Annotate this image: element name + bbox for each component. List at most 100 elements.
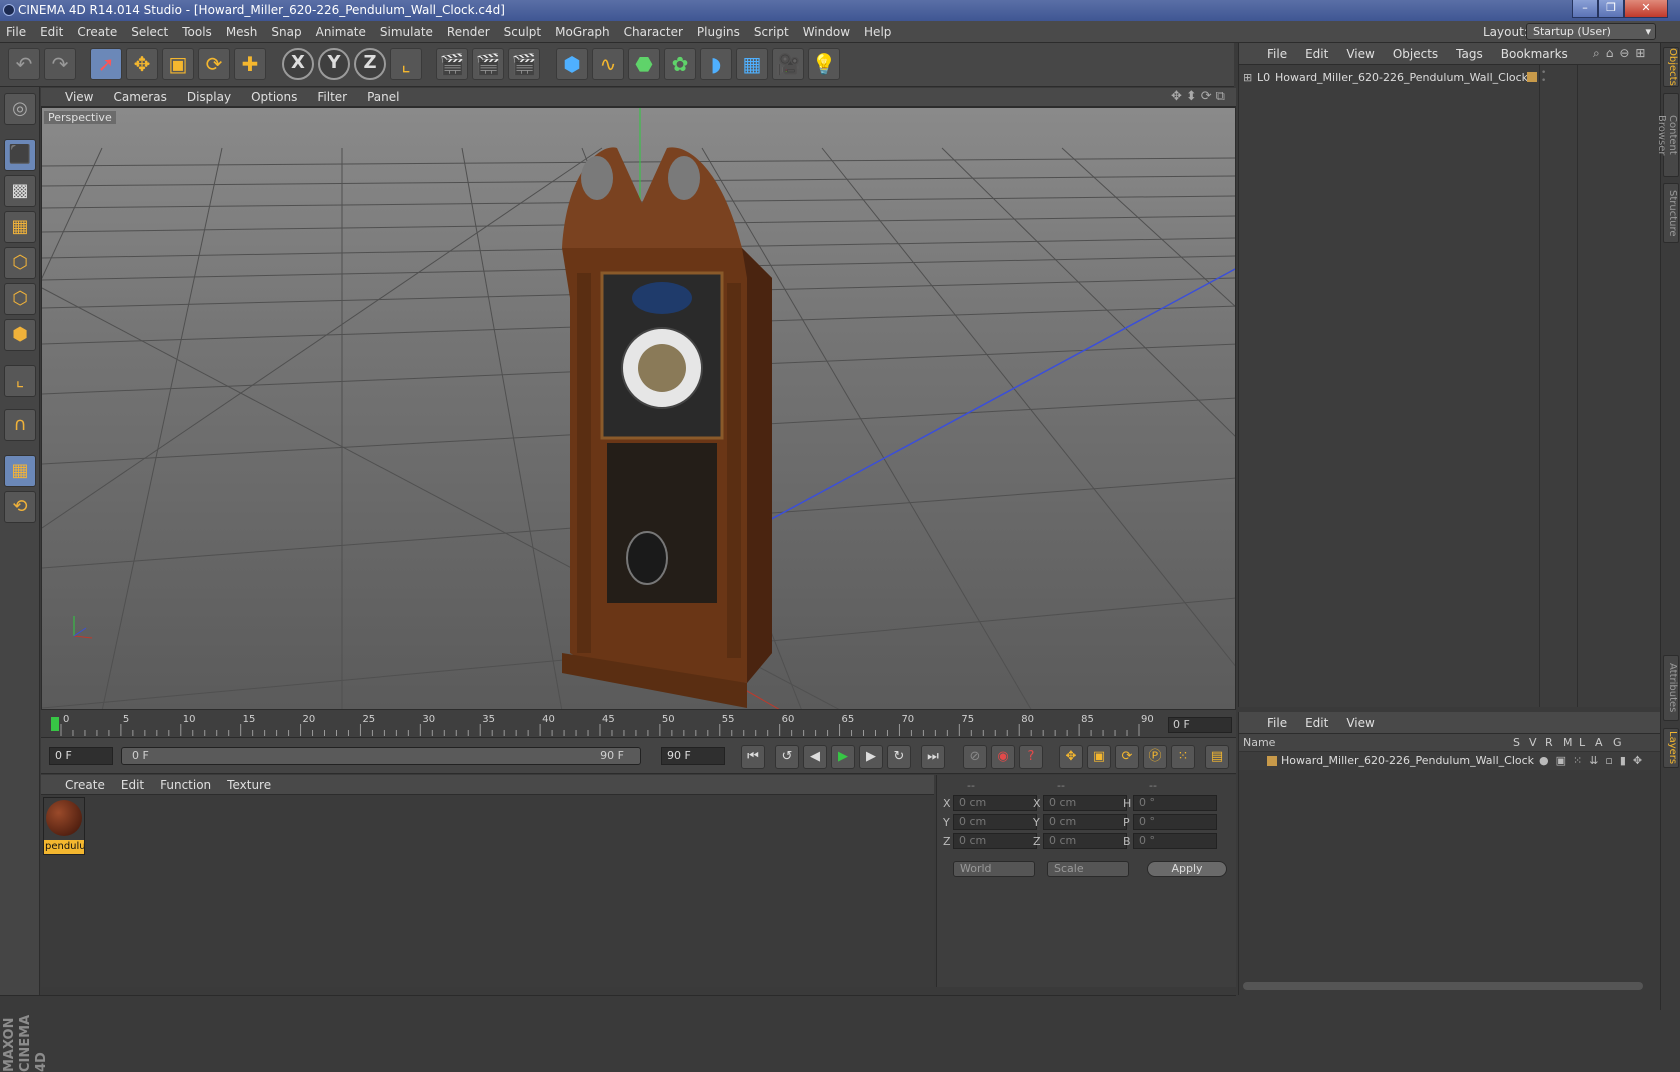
material-menu-create[interactable]: Create xyxy=(65,778,105,792)
record-position-button[interactable]: ⊘ xyxy=(963,745,987,769)
start-frame-field[interactable]: 0 F xyxy=(49,747,113,765)
maximize-button[interactable]: ❐ xyxy=(1598,0,1624,18)
menu-simulate[interactable]: Simulate xyxy=(380,25,433,39)
layer-row[interactable]: Howard_Miller_620-226_Pendulum_Wall_Cloc… xyxy=(1238,752,1660,770)
go-to-start-button[interactable]: ⏮ xyxy=(741,745,765,769)
layer-toggle-icons[interactable]: ●▣⁙⇊▫▮✥ xyxy=(1539,754,1649,767)
key-position-button[interactable]: ✥ xyxy=(1059,745,1083,769)
menu-file[interactable]: File xyxy=(6,25,26,39)
viewport-menu-view[interactable]: View xyxy=(65,90,93,104)
rotate-button[interactable]: ⟳ xyxy=(198,48,230,80)
undo-button[interactable]: ↶ xyxy=(8,48,40,80)
timeline-ruler[interactable]: 0 5 10 15 20 25 30 35 40 45 50 55 60 65 70 75 80 85 90 0 F xyxy=(41,710,1236,738)
menu-animate[interactable]: Animate xyxy=(316,25,366,39)
material-menu-texture[interactable]: Texture xyxy=(227,778,271,792)
menu-window[interactable]: Window xyxy=(803,25,850,39)
layer-column-g[interactable]: G xyxy=(1613,736,1622,749)
viewport-menu-panel[interactable]: Panel xyxy=(367,90,399,104)
object-menu-edit[interactable]: Edit xyxy=(1305,47,1328,61)
redo-button[interactable]: ↷ xyxy=(44,48,76,80)
material-thumbnail[interactable]: pendulu xyxy=(43,797,85,855)
nurbs-button[interactable]: ⬣ xyxy=(628,48,660,80)
side-tab-content-browser[interactable]: Content Browser xyxy=(1656,93,1679,177)
key-rotation-button[interactable]: ⟳ xyxy=(1115,745,1139,769)
coord-value-field[interactable]: 0 cm xyxy=(953,814,1037,830)
points-mode-button[interactable]: ⬡ xyxy=(4,247,36,279)
render-picture-viewer-button[interactable]: 🎬 xyxy=(472,48,504,80)
y-axis-button[interactable]: Y xyxy=(318,48,350,80)
viewport-menu-cameras[interactable]: Cameras xyxy=(113,90,166,104)
spline-button[interactable]: ∿ xyxy=(592,48,624,80)
end-frame-field[interactable]: 90 F xyxy=(661,747,725,765)
make-editable-button[interactable]: ◎ xyxy=(4,93,36,125)
layer-column-a[interactable]: A xyxy=(1595,736,1603,749)
object-menu-objects[interactable]: Objects xyxy=(1393,47,1438,61)
menu-render[interactable]: Render xyxy=(447,25,490,39)
x-axis-button[interactable]: X xyxy=(282,48,314,80)
object-menu-file[interactable]: File xyxy=(1267,47,1287,61)
layer-menu-view[interactable]: View xyxy=(1346,716,1374,730)
menu-sculpt[interactable]: Sculpt xyxy=(504,25,541,39)
side-tab-structure[interactable]: Structure xyxy=(1663,183,1679,243)
floor-button[interactable]: ▦ xyxy=(736,48,768,80)
layer-column-s[interactable]: S xyxy=(1513,736,1520,749)
menu-script[interactable]: Script xyxy=(754,25,789,39)
keyframe-selection-button[interactable]: ? xyxy=(1019,745,1043,769)
coord-value-field[interactable]: 0 cm xyxy=(1043,833,1127,849)
material-menu-function[interactable]: Function xyxy=(160,778,211,792)
light-button[interactable]: 💡 xyxy=(808,48,840,80)
live-selection-button[interactable]: ➚ xyxy=(90,48,122,80)
object-menu-tags[interactable]: Tags xyxy=(1456,47,1483,61)
side-tab-layers[interactable]: Layers xyxy=(1663,728,1679,768)
autokey-button[interactable]: ◉ xyxy=(991,745,1015,769)
move-button[interactable]: ✥ xyxy=(126,48,158,80)
horizontal-scrollbar[interactable] xyxy=(1243,982,1643,990)
object-manager-icons[interactable]: ⌕⌂⊖⊞ xyxy=(1593,46,1651,61)
menu-plugins[interactable]: Plugins xyxy=(697,25,740,39)
coord-value-field[interactable]: 0 ° xyxy=(1133,795,1217,811)
side-tab-attributes[interactable]: Attributes xyxy=(1663,655,1679,721)
menu-character[interactable]: Character xyxy=(624,25,683,39)
key-scale-button[interactable]: ▣ xyxy=(1087,745,1111,769)
close-button[interactable]: ✕ xyxy=(1624,0,1668,18)
array-button[interactable]: ✿ xyxy=(664,48,696,80)
minimize-button[interactable]: – xyxy=(1572,0,1598,18)
menu-create[interactable]: Create xyxy=(77,25,117,39)
next-frame-button[interactable]: ▶ xyxy=(859,745,883,769)
workplane-mode-button[interactable]: ▦ xyxy=(4,211,36,243)
layer-column-r[interactable]: R xyxy=(1545,736,1553,749)
expand-icon[interactable]: ⊞ xyxy=(1243,71,1252,84)
viewport-menu-filter[interactable]: Filter xyxy=(317,90,347,104)
coord-value-field[interactable]: 0 ° xyxy=(1133,814,1217,830)
key-pla-button[interactable]: ⁙ xyxy=(1171,745,1195,769)
coord-value-field[interactable]: 0 cm xyxy=(1043,795,1127,811)
viewport-menu-options[interactable]: Options xyxy=(251,90,297,104)
next-key-button[interactable]: ↻ xyxy=(887,745,911,769)
menu-mograph[interactable]: MoGraph xyxy=(555,25,610,39)
coordinate-mode-select[interactable]: Scale xyxy=(1047,861,1129,877)
frame-range-slider[interactable]: 0 F 90 F xyxy=(121,747,641,765)
layout-select[interactable]: Startup (User) ▾ xyxy=(1526,23,1656,40)
apply-button[interactable]: Apply xyxy=(1147,861,1227,877)
timeline-window-button[interactable]: ▤ xyxy=(1205,745,1229,769)
layer-color-swatch[interactable] xyxy=(1267,756,1277,766)
coord-value-field[interactable]: 0 ° xyxy=(1133,833,1217,849)
deformer-button[interactable]: ◗ xyxy=(700,48,732,80)
menu-edit[interactable]: Edit xyxy=(40,25,63,39)
layer-menu-edit[interactable]: Edit xyxy=(1305,716,1328,730)
polygons-mode-button[interactable]: ⬢ xyxy=(4,319,36,351)
coordinate-space-select[interactable]: World xyxy=(953,861,1035,877)
menu-snap[interactable]: Snap xyxy=(271,25,301,39)
previous-key-button[interactable]: ↺ xyxy=(775,745,799,769)
z-axis-button[interactable]: Z xyxy=(354,48,386,80)
layer-column-l[interactable]: L xyxy=(1579,736,1585,749)
object-menu-bookmarks[interactable]: Bookmarks xyxy=(1501,47,1568,61)
camera-button[interactable]: 🎥 xyxy=(772,48,804,80)
menu-select[interactable]: Select xyxy=(131,25,168,39)
play-button[interactable]: ▶ xyxy=(831,745,855,769)
menu-tools[interactable]: Tools xyxy=(182,25,212,39)
model-mode-button[interactable]: ⬛ xyxy=(4,139,36,171)
scale-button[interactable]: ▣ xyxy=(162,48,194,80)
edges-mode-button[interactable]: ⬡ xyxy=(4,283,36,315)
last-tool-button[interactable]: ✚ xyxy=(234,48,266,80)
